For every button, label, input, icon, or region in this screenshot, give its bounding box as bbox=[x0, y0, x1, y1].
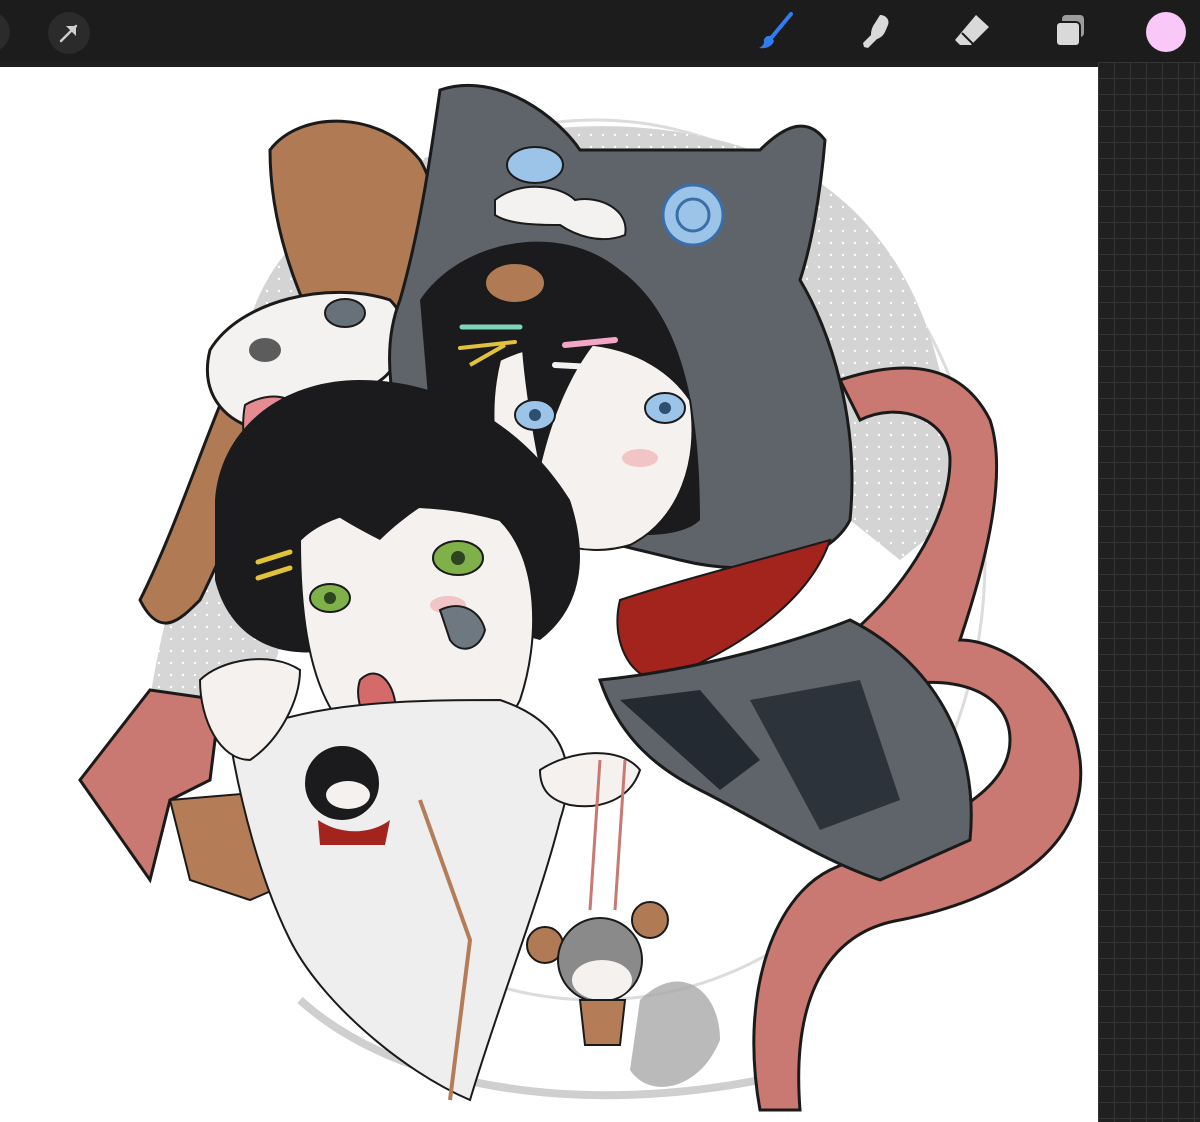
smudge-icon bbox=[863, 15, 889, 48]
gallery-tool-button[interactable] bbox=[0, 12, 10, 52]
transform-arrow-icon bbox=[59, 24, 78, 43]
eraser-tool-button[interactable] bbox=[948, 8, 996, 54]
artwork bbox=[78, 83, 1083, 1112]
transform-tool-button[interactable] bbox=[48, 12, 90, 54]
top-toolbar bbox=[0, 0, 1200, 62]
layers-button[interactable] bbox=[1046, 8, 1094, 54]
brush-icon bbox=[759, 12, 793, 49]
brush-tool-button[interactable] bbox=[752, 8, 800, 54]
sidebar-grid-area bbox=[1098, 62, 1200, 1122]
layers-icon bbox=[1055, 15, 1084, 47]
drawing-canvas[interactable] bbox=[0, 67, 1098, 1122]
smudge-tool-button[interactable] bbox=[852, 8, 900, 54]
eraser-icon bbox=[955, 15, 989, 46]
color-swatch[interactable] bbox=[1146, 12, 1186, 52]
